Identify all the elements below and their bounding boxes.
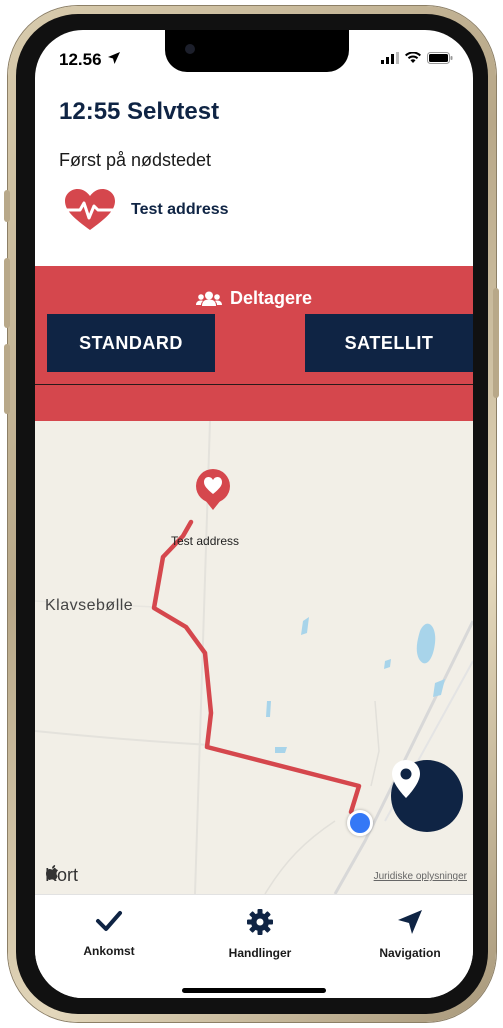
map-lake	[433, 679, 445, 697]
satellite-map-button[interactable]: SATELLIT	[305, 314, 473, 372]
map-attribution: Kort	[45, 865, 78, 886]
map-road	[370, 700, 380, 787]
camera	[185, 44, 195, 54]
map-marker-icon	[392, 760, 420, 798]
volume-down-button	[4, 344, 10, 414]
checkmark-icon	[96, 911, 122, 931]
locate-button[interactable]	[391, 760, 463, 832]
map-road	[333, 620, 473, 894]
map-lake	[275, 747, 287, 753]
notch	[165, 30, 349, 72]
destination-pin-icon[interactable]	[196, 469, 230, 510]
map-lake	[384, 659, 391, 669]
divider	[35, 384, 473, 385]
participants-label: Deltagere	[229, 288, 313, 308]
silent-switch	[4, 190, 10, 222]
navigation-arrow-icon	[398, 910, 422, 934]
map-view[interactable]: Test address Klavsebølle Kort Juridiske …	[35, 421, 473, 894]
participants-band: Deltagere STANDARD SATELLIT	[35, 266, 473, 421]
map-lake	[301, 617, 309, 635]
phone-frame: 12.56 12:55 Selvtest Først på nødstedet …	[0, 0, 503, 1028]
screen: 12.56 12:55 Selvtest Først på nødstedet …	[35, 30, 473, 998]
volume-up-button	[4, 258, 10, 328]
map-place-label: Klavsebølle	[45, 597, 134, 614]
tab-ankomst[interactable]: Ankomst	[49, 909, 169, 958]
location-arrow-icon	[108, 52, 120, 64]
tab-label: Handlinger	[228, 946, 292, 960]
status-icons	[381, 52, 453, 64]
signal-icon	[381, 52, 399, 64]
map-lake	[266, 701, 271, 717]
role-subtitle: Først på nødstedet	[59, 150, 212, 170]
map-road	[264, 820, 336, 894]
tab-label: Ankomst	[83, 944, 135, 958]
status-time: 12.56	[59, 50, 102, 69]
route-line	[151, 519, 362, 815]
home-indicator	[182, 988, 326, 993]
destination-pin-label: Test address	[171, 534, 240, 548]
gear-icon	[247, 909, 273, 935]
users-icon	[195, 291, 222, 306]
apple-icon	[46, 865, 58, 880]
map-lake	[416, 623, 436, 664]
map-road	[35, 730, 211, 746]
tab-navigation[interactable]: Navigation	[350, 909, 470, 960]
incident-title: 12:55 Selvtest	[59, 98, 220, 125]
incident-address: Test address	[131, 201, 229, 218]
tab-handlinger[interactable]: Handlinger	[200, 909, 320, 960]
user-location-dot	[347, 810, 373, 836]
battery-icon	[427, 52, 453, 64]
participants-button[interactable]: Deltagere	[35, 288, 473, 309]
tab-label: Navigation	[379, 946, 441, 960]
power-button	[493, 288, 499, 398]
tab-bar: Ankomst Handlinger Navigation	[35, 894, 473, 998]
incident-address-row: Test address	[63, 188, 229, 232]
standard-map-button[interactable]: STANDARD	[47, 314, 215, 372]
heart-pulse-icon	[65, 189, 115, 230]
legal-link[interactable]: Juridiske oplysninger	[374, 871, 467, 882]
wifi-icon	[405, 52, 421, 63]
